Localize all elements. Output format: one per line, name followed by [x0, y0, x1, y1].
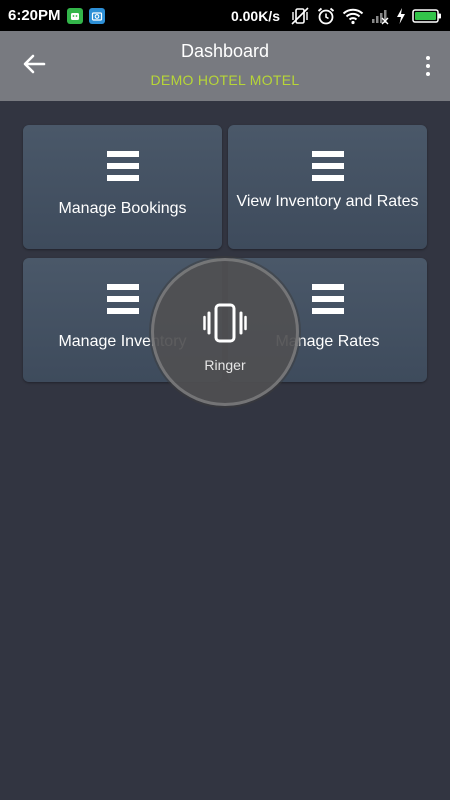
wifi-icon	[342, 7, 364, 25]
menu-icon	[106, 151, 139, 181]
ringer-label: Ringer	[204, 357, 246, 373]
menu-icon	[311, 284, 344, 314]
status-bar: 6:20PM 0.00K/s	[0, 0, 450, 31]
status-time: 6:20PM	[8, 7, 61, 24]
network-speed: 0.00K/s	[230, 7, 280, 24]
ringer-mode-toast: Ringer	[151, 258, 299, 406]
page-title: Dashboard	[180, 41, 270, 61]
view-inventory-and-rates-tile[interactable]: View Inventory and Rates	[228, 125, 427, 249]
vibrate-phone-icon	[203, 303, 247, 348]
signal-icon	[370, 7, 390, 25]
vibrate-icon	[290, 6, 310, 25]
overflow-menu-button[interactable]	[420, 51, 436, 81]
charging-icon	[396, 7, 406, 24]
menu-icon	[106, 284, 139, 314]
tile-label: Manage Bookings	[58, 200, 187, 217]
more-vertical-icon	[426, 56, 430, 60]
manage-bookings-tile[interactable]: Manage Bookings	[23, 125, 222, 249]
android-app-icon	[66, 7, 83, 24]
camera-app-icon	[88, 7, 105, 24]
battery-icon	[412, 8, 442, 24]
alarm-icon	[316, 6, 336, 26]
hotel-name: DEMO HOTEL MOTEL	[150, 72, 300, 88]
tile-label: View Inventory and Rates	[236, 193, 419, 210]
menu-icon	[311, 151, 344, 181]
app-bar: Dashboard DEMO HOTEL MOTEL	[0, 31, 450, 101]
